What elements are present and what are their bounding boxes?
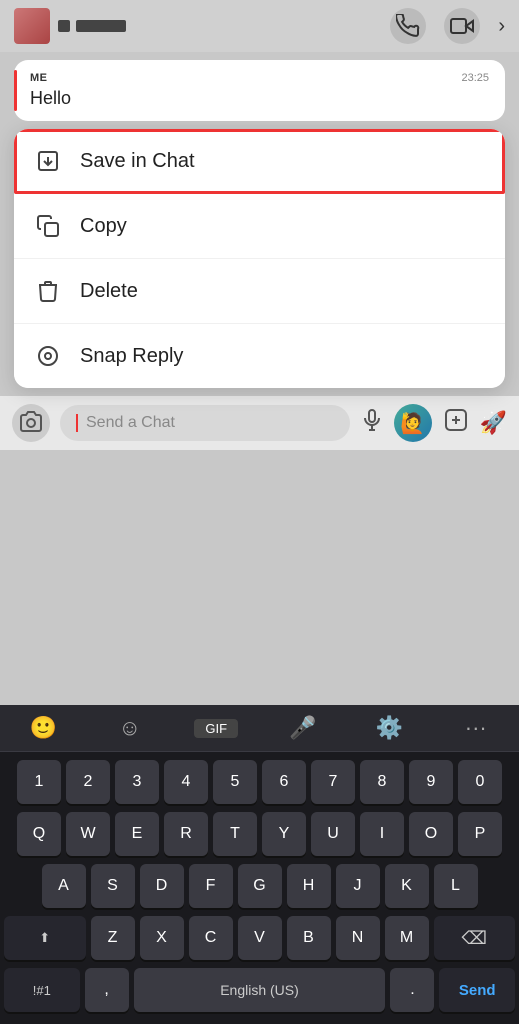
key-w[interactable]: W — [66, 812, 110, 856]
copy-icon — [34, 212, 62, 240]
key-send[interactable]: Send — [439, 968, 515, 1012]
top-bar-left — [14, 8, 126, 44]
key-g[interactable]: G — [238, 864, 282, 908]
kb-gif-icon[interactable]: GIF — [194, 719, 238, 738]
key-e[interactable]: E — [115, 812, 159, 856]
key-v[interactable]: V — [238, 916, 282, 960]
menu-item-delete[interactable]: Delete — [14, 259, 505, 324]
save-in-chat-label: Save in Chat — [80, 150, 195, 173]
key-delete[interactable]: ⌫ — [434, 916, 516, 960]
key-1[interactable]: 1 — [17, 760, 61, 804]
key-2[interactable]: 2 — [66, 760, 110, 804]
key-i[interactable]: I — [360, 812, 404, 856]
input-bar: Send a Chat 🙋 🚀 — [0, 396, 519, 450]
contact-name — [58, 20, 126, 32]
keyboard-row-zxcv: ⬆ Z X C V B N M ⌫ — [4, 916, 515, 960]
key-m[interactable]: M — [385, 916, 429, 960]
keyboard-row-qwerty: Q W E R T Y U I O P — [4, 812, 515, 856]
key-9[interactable]: 9 — [409, 760, 453, 804]
save-in-chat-icon — [34, 147, 62, 175]
kb-emoji-icon[interactable]: ☺ — [108, 715, 152, 741]
message-bubble: ME 23:25 Hello — [14, 60, 505, 121]
key-b[interactable]: B — [287, 916, 331, 960]
name-text-block — [76, 20, 126, 32]
key-comma[interactable]: , — [85, 968, 129, 1012]
menu-item-snap-reply[interactable]: Snap Reply — [14, 324, 505, 388]
text-cursor — [76, 414, 78, 432]
bitmoji-button[interactable]: 🙋 — [394, 404, 432, 442]
menu-item-save-in-chat[interactable]: Save in Chat — [14, 129, 505, 194]
video-button[interactable] — [444, 8, 480, 44]
key-o[interactable]: O — [409, 812, 453, 856]
kb-more-icon[interactable]: ··· — [454, 715, 498, 741]
key-f[interactable]: F — [189, 864, 233, 908]
key-8[interactable]: 8 — [360, 760, 404, 804]
message-sender: ME — [30, 72, 48, 84]
top-bar-right: › — [390, 8, 505, 44]
avatar — [14, 8, 50, 44]
message-header: ME 23:25 — [30, 72, 489, 84]
keyboard-row-bottom: !#1 , English (US) . Send — [4, 968, 515, 1012]
key-shift[interactable]: ⬆ — [4, 916, 86, 960]
message-text: Hello — [30, 88, 489, 109]
key-r[interactable]: R — [164, 812, 208, 856]
key-3[interactable]: 3 — [115, 760, 159, 804]
call-button[interactable] — [390, 8, 426, 44]
key-u[interactable]: U — [311, 812, 355, 856]
kb-bitmoji-icon[interactable]: 🙂 — [21, 715, 65, 741]
right-toolbar-icons: 🙋 🚀 — [394, 404, 507, 442]
snap-reply-label: Snap Reply — [80, 345, 183, 368]
keyboard-toolbar: 🙂 ☺ GIF 🎤 ⚙️ ··· — [0, 705, 519, 752]
mic-button[interactable] — [360, 408, 384, 438]
key-k[interactable]: K — [385, 864, 429, 908]
camera-button[interactable] — [12, 404, 50, 442]
key-space[interactable]: English (US) — [134, 968, 386, 1012]
key-0[interactable]: 0 — [458, 760, 502, 804]
message-accent-bar — [14, 70, 17, 111]
top-bar: › — [0, 0, 519, 52]
key-n[interactable]: N — [336, 916, 380, 960]
key-6[interactable]: 6 — [262, 760, 306, 804]
message-time: 23:25 — [461, 72, 489, 84]
copy-label: Copy — [80, 215, 127, 238]
key-4[interactable]: 4 — [164, 760, 208, 804]
key-l[interactable]: L — [434, 864, 478, 908]
kb-settings-icon[interactable]: ⚙️ — [367, 715, 411, 741]
key-5[interactable]: 5 — [213, 760, 257, 804]
snap-reply-icon — [34, 342, 62, 370]
key-j[interactable]: J — [336, 864, 380, 908]
kb-mic-icon[interactable]: 🎤 — [281, 715, 325, 741]
sticker-button[interactable] — [444, 408, 468, 438]
keyboard-row-numbers: 1 2 3 4 5 6 7 8 9 0 — [4, 760, 515, 804]
chat-area: ME 23:25 Hello Save in Chat — [0, 52, 519, 388]
key-q[interactable]: Q — [17, 812, 61, 856]
name-icon-block — [58, 20, 70, 32]
key-c[interactable]: C — [189, 916, 233, 960]
delete-label: Delete — [80, 280, 138, 303]
key-x[interactable]: X — [140, 916, 184, 960]
key-z[interactable]: Z — [91, 916, 135, 960]
key-p[interactable]: P — [458, 812, 502, 856]
key-a[interactable]: A — [42, 864, 86, 908]
key-d[interactable]: D — [140, 864, 184, 908]
key-period[interactable]: . — [390, 968, 434, 1012]
key-s[interactable]: S — [91, 864, 135, 908]
key-t[interactable]: T — [213, 812, 257, 856]
keyboard-row-asdf: A S D F G H J K L — [4, 864, 515, 908]
menu-item-copy[interactable]: Copy — [14, 194, 505, 259]
chat-input[interactable]: Send a Chat — [60, 405, 350, 441]
delete-icon — [34, 277, 62, 305]
chat-input-placeholder: Send a Chat — [86, 414, 175, 432]
key-7[interactable]: 7 — [311, 760, 355, 804]
key-sym[interactable]: !#1 — [4, 968, 80, 1012]
keyboard: 🙂 ☺ GIF 🎤 ⚙️ ··· 1 2 3 4 5 6 7 8 9 0 Q W… — [0, 705, 519, 1024]
keyboard-rows: 1 2 3 4 5 6 7 8 9 0 Q W E R T Y U I O P … — [0, 752, 519, 1024]
context-menu: Save in Chat Copy Delete — [14, 129, 505, 388]
key-y[interactable]: Y — [262, 812, 306, 856]
key-h[interactable]: H — [287, 864, 331, 908]
rocket-button[interactable]: 🚀 — [480, 410, 507, 436]
chevron-right-icon[interactable]: › — [498, 15, 505, 38]
